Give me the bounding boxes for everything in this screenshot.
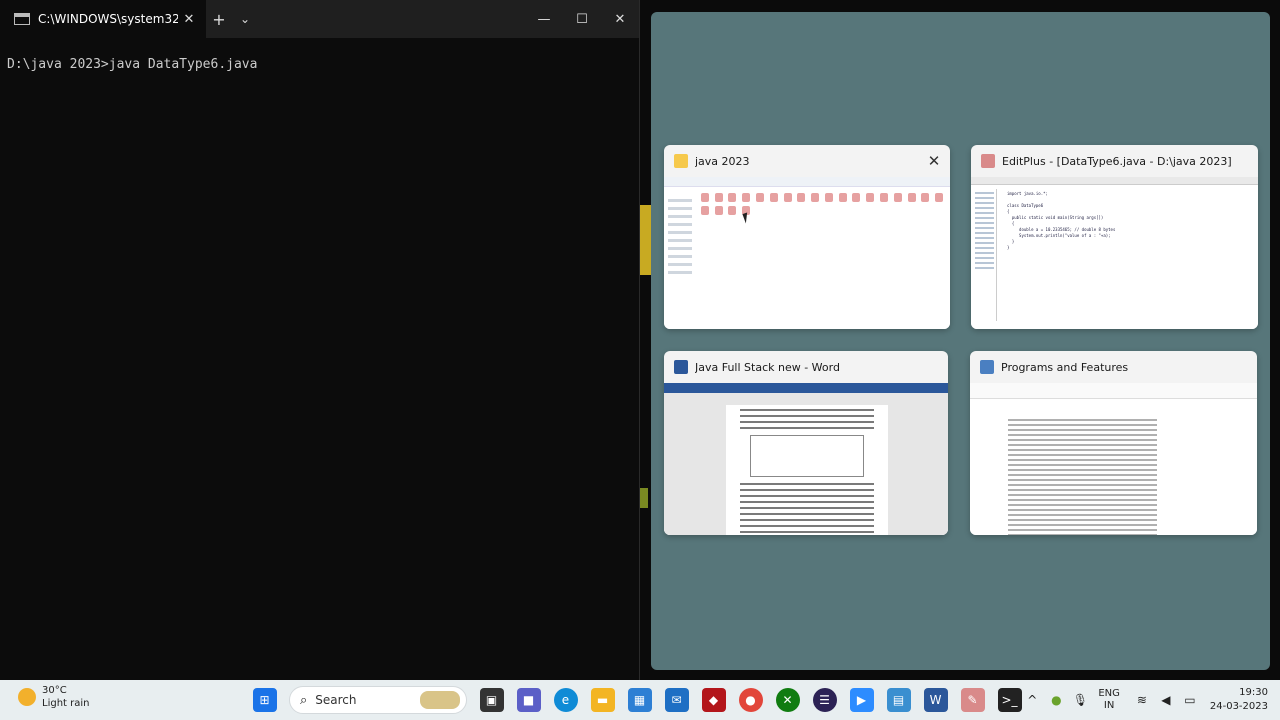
- clock-date: 24-03-2023: [1209, 701, 1268, 712]
- cmd-tab-title: C:\WINDOWS\system32\cmd.: [38, 12, 178, 26]
- microphone-icon[interactable]: 🎙: [1071, 693, 1089, 707]
- word-code-box: [750, 435, 864, 477]
- language-region: IN: [1103, 700, 1115, 711]
- store-icon[interactable]: ▦: [627, 688, 652, 712]
- task-view-icon[interactable]: ▣: [479, 688, 504, 712]
- language-code: ENG: [1098, 688, 1120, 699]
- search-icon: ⌕: [300, 692, 308, 708]
- file-explorer-icon[interactable]: ▬: [590, 688, 615, 712]
- word-page: [726, 405, 888, 535]
- cmd-console[interactable]: D:\java 2023>java DataType6.java: [0, 38, 639, 91]
- editor-code: import java.io.*; class DataType6 { publ…: [1007, 191, 1116, 250]
- close-tab-icon[interactable]: ✕: [178, 12, 200, 27]
- explorer-sidebar: [668, 199, 692, 279]
- editor-sidebar: [973, 189, 997, 321]
- snap-window-header: java 2023 ✕: [664, 145, 950, 177]
- explorer-toolbar: [664, 177, 950, 187]
- weather-icon: [18, 688, 36, 706]
- window-thumbnail: [970, 383, 1257, 535]
- snap-window-programs-features[interactable]: Programs and Features: [970, 351, 1257, 535]
- snap-window-header: Programs and Features: [970, 351, 1257, 383]
- taskbar-apps: ⊞ ⌕ Search ▣ ■ e ▬ ▦ ✉ ◆ ● ✕ ☰ ▶ ▤ W ✎ >…: [246, 684, 1028, 716]
- close-button[interactable]: ✕: [601, 0, 639, 38]
- battery-icon[interactable]: ▭: [1181, 693, 1199, 707]
- cmd-tab-icon: [14, 13, 30, 25]
- word-icon[interactable]: W: [923, 688, 948, 712]
- window-thumbnail: import java.io.*; class DataType6 { publ…: [971, 177, 1258, 329]
- taskbar: 30°C Light rain ⊞ ⌕ Search ▣ ■ e ▬ ▦ ✉ ◆…: [0, 680, 1280, 720]
- start-icon[interactable]: ⊞: [252, 688, 277, 712]
- window-thumbnail: [664, 383, 948, 535]
- word-icon: [674, 360, 688, 374]
- close-icon[interactable]: ✕: [918, 152, 950, 170]
- volume-icon[interactable]: ◀: [1157, 693, 1175, 707]
- terminal-icon[interactable]: >_: [997, 688, 1022, 712]
- editplus-icon[interactable]: ✎: [960, 688, 985, 712]
- teams-icon[interactable]: ■: [516, 688, 541, 712]
- maximize-button[interactable]: ☐: [563, 0, 601, 38]
- snap-window-title: Java Full Stack new - Word: [695, 360, 840, 374]
- editor-toolbar: [971, 177, 1258, 185]
- new-tab-button[interactable]: +: [206, 10, 232, 29]
- clock[interactable]: 19:30 24-03-2023: [1210, 686, 1268, 714]
- app-red-icon[interactable]: ◆: [701, 688, 726, 712]
- mail-icon[interactable]: ✉: [664, 688, 689, 712]
- programs-list: [1008, 419, 1157, 535]
- snap-window-title: java 2023: [695, 154, 750, 168]
- search-placeholder: Search: [315, 693, 357, 707]
- file-icons-grid: [698, 193, 946, 215]
- chevron-down-icon[interactable]: ⌄: [232, 12, 258, 26]
- eclipse-icon[interactable]: ☰: [812, 688, 837, 712]
- weather-temp: 30°C: [42, 685, 67, 696]
- chrome-icon[interactable]: ●: [738, 688, 763, 712]
- cmd-tab[interactable]: C:\WINDOWS\system32\cmd. ✕: [0, 0, 206, 38]
- editplus-icon: [981, 154, 995, 168]
- programs-toolbar: [970, 383, 1257, 399]
- word-ribbon: [664, 383, 948, 393]
- background-window-edge: [640, 488, 648, 508]
- control-panel-icon: [980, 360, 994, 374]
- minimize-button[interactable]: —: [525, 0, 563, 38]
- weather-condition: Light rain: [42, 698, 90, 709]
- snap-window-header: EditPlus - [DataType6.java - D:\java 202…: [971, 145, 1258, 177]
- snap-window-title: EditPlus - [DataType6.java - D:\java 202…: [1002, 154, 1232, 168]
- snap-window-title: Programs and Features: [1001, 360, 1129, 374]
- snap-window-word[interactable]: Java Full Stack new - Word: [664, 351, 948, 535]
- window-thumbnail: [664, 177, 950, 329]
- wifi-icon[interactable]: ≋: [1133, 693, 1151, 707]
- snap-window-java-2023[interactable]: java 2023 ✕: [664, 145, 950, 329]
- control-panel-icon[interactable]: ▤: [886, 688, 911, 712]
- app-tray-icon[interactable]: ●: [1047, 693, 1065, 707]
- word-canvas: [664, 393, 948, 535]
- cmd-prompt-line: D:\java 2023>java DataType6.java: [7, 57, 258, 72]
- search-box[interactable]: ⌕ Search: [289, 686, 467, 714]
- snap-window-editplus[interactable]: EditPlus - [DataType6.java - D:\java 202…: [971, 145, 1258, 329]
- search-highlight-image: [420, 691, 460, 709]
- snap-assist-panel: java 2023 ✕ EditPlus - [DataType6.java -…: [651, 12, 1270, 670]
- weather-widget[interactable]: 30°C Light rain: [18, 684, 90, 710]
- language-indicator[interactable]: ENG IN: [1098, 688, 1120, 712]
- chevron-up-icon[interactable]: ^: [1023, 693, 1041, 707]
- zoom-icon[interactable]: ▶: [849, 688, 874, 712]
- cmd-titlebar[interactable]: C:\WINDOWS\system32\cmd. ✕ + ⌄ — ☐ ✕: [0, 0, 639, 38]
- folder-icon: [674, 154, 688, 168]
- edge-icon[interactable]: e: [553, 688, 578, 712]
- system-tray: ^ ● 🎙 ENG IN ≋ ◀ ▭ 19:30 24-03-2023: [1020, 680, 1280, 720]
- cmd-window[interactable]: C:\WINDOWS\system32\cmd. ✕ + ⌄ — ☐ ✕ D:\…: [0, 0, 640, 680]
- xbox-icon[interactable]: ✕: [775, 688, 800, 712]
- weather-text: 30°C Light rain: [42, 684, 90, 710]
- snap-window-header: Java Full Stack new - Word: [664, 351, 948, 383]
- clock-time: 19:30: [1239, 687, 1268, 698]
